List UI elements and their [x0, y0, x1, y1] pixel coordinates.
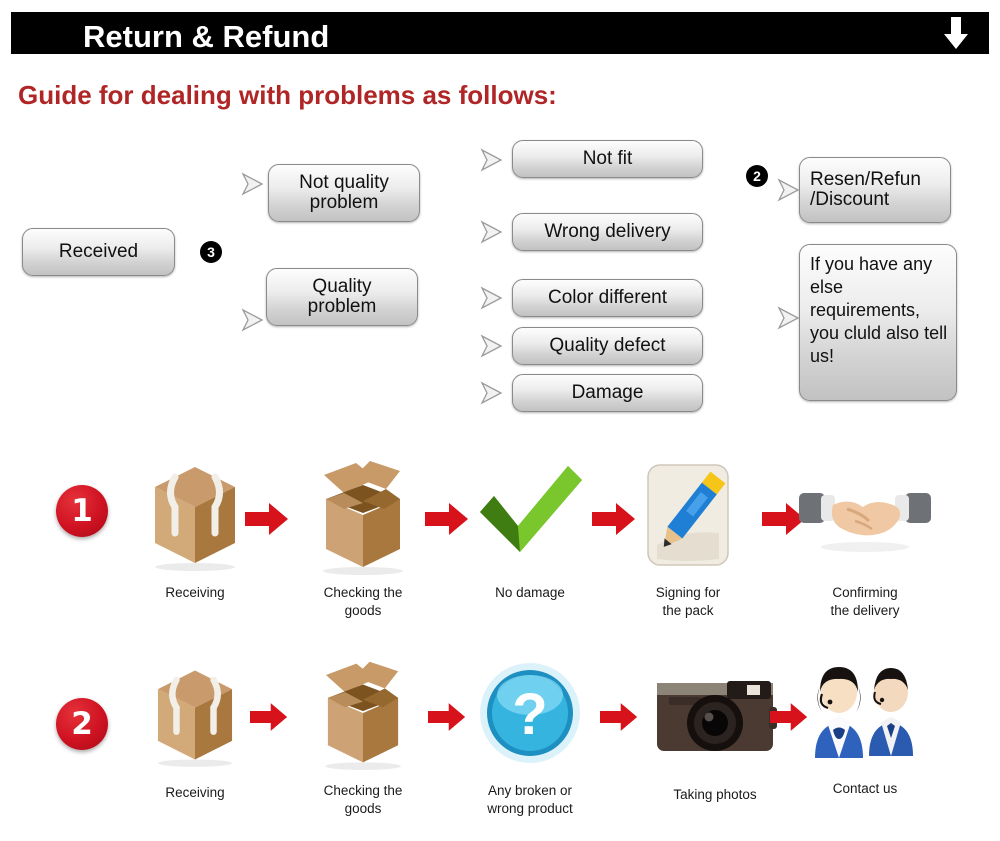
node-color-different-label: Color different: [548, 286, 667, 308]
step-label: Taking photos: [673, 787, 757, 802]
node-quality-defect-label: Quality defect: [549, 334, 666, 356]
step-label: Any broken or wrong product: [487, 783, 573, 817]
step-checking-goods-1[interactable]: Checking the goods: [288, 450, 438, 620]
step-label: Checking the goods: [323, 585, 403, 619]
step-label: Confirming the delivery: [830, 585, 900, 619]
handshake-icon: [790, 450, 940, 580]
support-agents-icon: [790, 646, 940, 776]
guide-heading: Guide for dealing with problems as follo…: [18, 80, 557, 110]
flow-arrow-icon: [245, 502, 289, 536]
arrow-down-icon: [939, 17, 973, 50]
node-wrong-delivery[interactable]: Wrong delivery: [512, 213, 703, 251]
sealed-box-icon: [120, 650, 270, 780]
step-taking-photos[interactable]: Taking photos: [640, 652, 790, 804]
step-label: No damage: [495, 585, 565, 600]
page-title: Return & Refund: [83, 19, 330, 54]
step-number-badge-2: 2: [56, 698, 108, 750]
node-not-quality-problem-label: Not quality problem: [299, 171, 389, 213]
node-color-different[interactable]: Color different: [512, 279, 703, 317]
step-confirming-delivery[interactable]: Confirming the delivery: [790, 450, 940, 620]
camera-icon: [640, 652, 790, 782]
step-number-badge-1: 1: [56, 485, 108, 537]
step-contact-us[interactable]: Contact us: [790, 646, 940, 798]
step-checking-goods-2[interactable]: Checking the goods: [288, 648, 438, 818]
flow-arrow-icon: [600, 702, 644, 736]
open-box-icon: [288, 648, 438, 778]
step-label: Receiving: [165, 785, 225, 800]
node-not-fit[interactable]: Not fit: [512, 140, 703, 178]
step-label: Signing for the pack: [655, 585, 721, 619]
process-row-1: 1 Receiving Checking the goods No damage…: [0, 450, 1000, 650]
node-received[interactable]: Received: [22, 228, 175, 276]
pencil-sign-icon: [613, 450, 763, 580]
node-more-requirements-label: If you have any else requirements, you c…: [810, 254, 948, 367]
step-label: Contact us: [832, 781, 898, 796]
step-label: Checking the goods: [323, 783, 403, 817]
node-resend-refund-discount[interactable]: Resen/Refun /Discount: [799, 157, 951, 223]
node-received-label: Received: [58, 240, 139, 262]
node-quality-defect[interactable]: Quality defect: [512, 327, 703, 365]
open-box-icon: [288, 450, 438, 580]
node-damage-label: Damage: [571, 381, 644, 403]
green-check-icon: [455, 450, 605, 580]
node-quality-problem[interactable]: Quality problem: [266, 268, 418, 326]
node-more-requirements[interactable]: If you have any else requirements, you c…: [799, 244, 957, 401]
step-label: Receiving: [165, 585, 225, 600]
process-row-2: 2 Receiving Checking the goods ? Any bro…: [0, 640, 1000, 840]
badge-split: 3: [200, 241, 222, 263]
step-signing-for-pack[interactable]: Signing for the pack: [613, 450, 763, 620]
node-not-fit-label: Not fit: [582, 147, 633, 169]
step-no-damage[interactable]: No damage: [455, 450, 605, 602]
header-bar: Return & Refund: [11, 12, 989, 54]
badge-outcome: 2: [746, 165, 768, 187]
node-not-quality-problem[interactable]: Not quality problem: [268, 164, 420, 222]
step-any-broken-or-wrong[interactable]: ? Any broken or wrong product: [455, 648, 605, 818]
blue-question-icon: ?: [455, 648, 605, 778]
node-damage[interactable]: Damage: [512, 374, 703, 412]
flowchart: Received 3 Not quality problem Quality p…: [0, 128, 1000, 428]
node-wrong-delivery-label: Wrong delivery: [544, 220, 671, 242]
node-resend-refund-discount-label: Resen/Refun /Discount: [810, 168, 921, 210]
node-quality-problem-label: Quality problem: [307, 275, 377, 317]
svg-text:?: ?: [512, 682, 547, 747]
step-receiving-2[interactable]: Receiving: [120, 650, 270, 802]
